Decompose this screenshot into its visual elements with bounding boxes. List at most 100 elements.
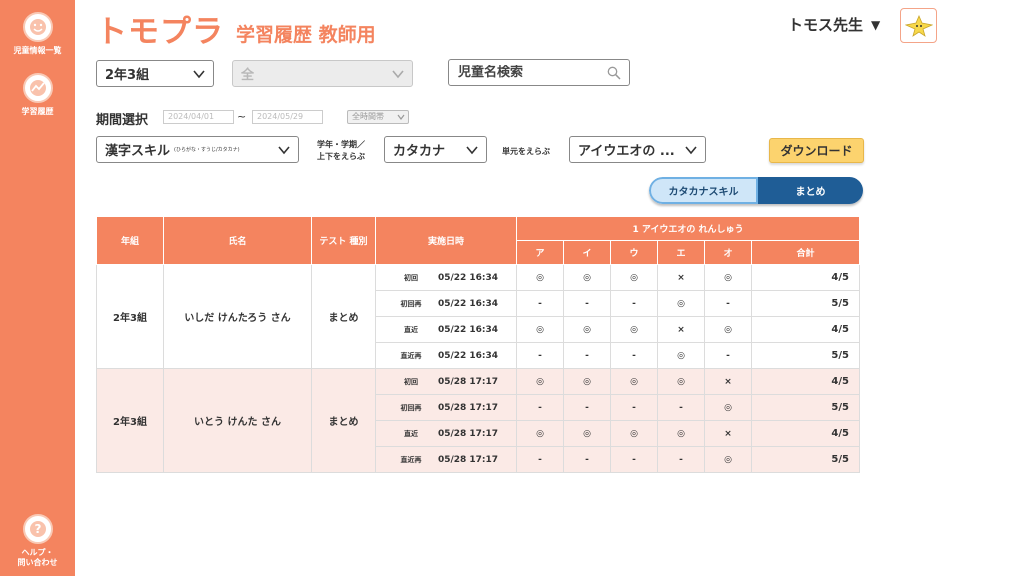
download-button[interactable]: ダウンロード	[769, 138, 864, 163]
table-row: 2年3組 いしだ けんたろう さん まとめ 初回 05/22 16:34 ◎ ◎ …	[96, 264, 860, 369]
tab-summary[interactable]: まとめ	[758, 177, 863, 204]
table-row: 2年3組 いとう けんた さん まとめ 初回 05/28 17:17 ◎ ◎ ◎ …	[96, 368, 860, 473]
cell-attempt: 直近再	[400, 455, 422, 464]
cell-mark: ×	[657, 316, 705, 343]
cell-attempt: 直近再	[400, 351, 422, 360]
cell-attempt: 初回	[404, 377, 418, 386]
cell-test-type: まとめ	[311, 368, 376, 473]
results-table: 年組 氏名 テスト 種別 実施日時 1 アイウエオの れんしゅう ア イ ウ エ…	[96, 216, 860, 473]
cell-mark: ◎	[704, 264, 752, 291]
cell-date: 05/22 16:34	[437, 272, 499, 283]
chevron-down-icon	[397, 114, 405, 120]
svg-text:?: ?	[34, 522, 41, 536]
cell-mark: ◎	[610, 420, 658, 447]
cell-mark: ◎	[657, 368, 705, 395]
cell-mark: ×	[704, 420, 752, 447]
cell-mark: ◎	[563, 368, 611, 395]
cell-datetime: 初回 05/28 17:17	[375, 368, 517, 395]
caret-down-icon: ▼	[871, 17, 881, 32]
cell-attempt: 初回再	[400, 299, 422, 308]
period-label: 期間選択	[96, 113, 149, 128]
col-header-name: 氏名	[163, 216, 312, 265]
sidebar-item-student-list[interactable]: 児童情報一覧	[0, 12, 75, 56]
cell-datetime: 直近 05/28 17:17	[375, 420, 517, 447]
sidebar-item-learning-history[interactable]: 学習履歴	[0, 73, 75, 117]
cell-mark: ◎	[657, 342, 705, 369]
cell-mark: ×	[657, 264, 705, 291]
cell-mark: ◎	[610, 368, 658, 395]
cell-mark: ◎	[704, 394, 752, 421]
star-character-icon	[904, 14, 933, 37]
date-from-input[interactable]: 2024/04/01	[163, 110, 234, 124]
smiley-icon	[22, 12, 53, 42]
col-header-class: 年組	[96, 216, 164, 265]
cell-datetime: 直近 05/22 16:34	[375, 316, 517, 343]
cell-attempt: 直近	[404, 429, 418, 438]
results-body: 2年3組 いしだ けんたろう さん まとめ 初回 05/22 16:34 ◎ ◎ …	[96, 264, 860, 473]
cell-mark: ◎	[516, 420, 564, 447]
cell-date: 05/22 16:34	[437, 298, 499, 309]
cell-name: いしだ けんたろう さん	[163, 264, 312, 369]
cell-mark: -	[610, 394, 658, 421]
cell-datetime: 直近再 05/28 17:17	[375, 446, 517, 473]
cell-datetime: 初回再 05/22 16:34	[375, 290, 517, 317]
page-title: 学習履歴 教師用	[236, 24, 376, 46]
student-select-value: 全	[241, 68, 255, 83]
chevron-down-icon	[466, 146, 478, 155]
sidebar-item-label: ヘルプ・ 問い合わせ	[17, 548, 58, 567]
cell-date: 05/28 17:17	[437, 454, 499, 465]
skill-select-subtext: (ひらがな・すうじ/カタカナ)	[174, 147, 240, 153]
cell-mark: -	[563, 342, 611, 369]
date-to-input[interactable]: 2024/05/29	[252, 110, 323, 124]
time-range-value: 全時間帯	[352, 112, 384, 121]
cell-mark: ×	[704, 368, 752, 395]
skill-select[interactable]: 漢字スキル (ひらがな・すうじ/カタカナ)	[96, 136, 299, 163]
cell-mark: -	[516, 342, 564, 369]
cell-mark: ◎	[516, 316, 564, 343]
col-header-date: 実施日時	[375, 216, 517, 265]
cell-attempt: 初回	[404, 273, 418, 282]
range-separator: ~	[237, 110, 247, 123]
student-select[interactable]: 全	[232, 60, 413, 87]
cell-total: 4/5	[751, 420, 860, 447]
cell-total: 5/5	[751, 290, 860, 317]
term-select-value: カタカナ	[393, 144, 446, 159]
chevron-down-icon	[685, 146, 697, 155]
tab-katakana-skill[interactable]: カタカナスキル	[649, 177, 758, 204]
cell-total: 4/5	[751, 316, 860, 343]
unit-title-header: 1 アイウエオの れんしゅう	[516, 216, 860, 241]
user-menu[interactable]: トモス先生 ▼	[788, 14, 880, 35]
avatar[interactable]	[900, 8, 937, 43]
chevron-down-icon	[193, 70, 205, 79]
cell-mark: ◎	[704, 446, 752, 473]
cell-mark: ◎	[516, 264, 564, 291]
unit-select[interactable]: アイウエオの ...	[569, 136, 706, 163]
cell-mark: ◎	[657, 420, 705, 447]
cell-date: 05/28 17:17	[437, 402, 499, 413]
cell-mark: -	[610, 342, 658, 369]
col-header-a: ア	[516, 240, 564, 265]
col-header-e: エ	[657, 240, 705, 265]
cell-mark: -	[516, 446, 564, 473]
time-range-select[interactable]: 全時間帯	[347, 110, 409, 124]
term-select[interactable]: カタカナ	[384, 136, 487, 163]
cell-mark: -	[657, 394, 705, 421]
term-label: 学年・学期／ 上下をえらぶ	[317, 140, 365, 161]
cell-total: 4/5	[751, 264, 860, 291]
cell-mark: ◎	[657, 290, 705, 317]
cell-mark: -	[704, 342, 752, 369]
cell-total: 5/5	[751, 342, 860, 369]
cell-mark: -	[516, 394, 564, 421]
cell-mark: -	[563, 446, 611, 473]
cell-datetime: 初回再 05/28 17:17	[375, 394, 517, 421]
cell-test-type: まとめ	[311, 264, 376, 369]
sidebar-item-help[interactable]: ? ヘルプ・ 問い合わせ	[0, 514, 75, 568]
class-select[interactable]: 2年3組	[96, 60, 214, 87]
cell-mark: -	[657, 446, 705, 473]
sidebar-item-label: 学習履歴	[21, 107, 54, 116]
search-icon[interactable]	[607, 66, 621, 80]
student-search-input[interactable]	[458, 65, 598, 80]
cell-mark: ◎	[563, 264, 611, 291]
cell-mark: ◎	[563, 316, 611, 343]
sidebar: 児童情報一覧 学習履歴 ? ヘルプ・ 問い合わせ	[0, 0, 75, 576]
